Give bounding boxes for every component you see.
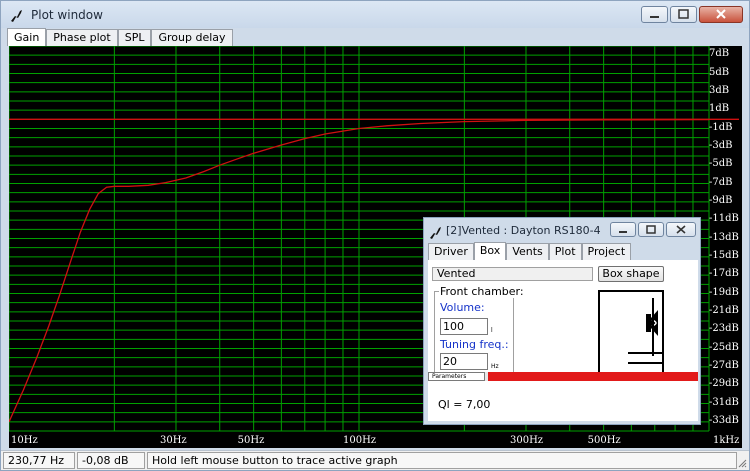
sub-close-button[interactable] [666, 222, 696, 237]
status-frequency: 230,77 Hz [3, 452, 75, 469]
y-tick-label: -21dB [709, 304, 739, 316]
y-tick-label: -1dB [709, 121, 733, 133]
y-tick-label: -17dB [709, 268, 739, 280]
y-tick-label: -15dB [709, 249, 739, 261]
tab-driver[interactable]: Driver [428, 243, 474, 260]
box-type-field[interactable]: Vented [432, 267, 593, 281]
app-icon [430, 227, 441, 239]
close-button[interactable] [699, 6, 743, 23]
app-icon [11, 10, 22, 22]
status-gain: -0,08 dB [77, 452, 145, 469]
close-icon [716, 9, 726, 19]
status-bar: 230,77 Hz -0,08 dB Hold left mouse butto… [1, 450, 749, 470]
ql-readout: Ql = 7,00 [438, 398, 491, 411]
tab-vents[interactable]: Vents [506, 243, 549, 260]
window-title: Plot window [31, 8, 103, 22]
box-design-window: [2]Vented : Dayton RS180-4 Driver Box Ve… [423, 217, 701, 425]
tab-group-delay[interactable]: Group delay [151, 29, 233, 46]
status-hint: Hold left mouse button to trace active g… [147, 452, 737, 469]
minimize-icon [619, 231, 627, 233]
parameters-label: Parameters [428, 372, 485, 381]
volume-label: Volume: [440, 301, 485, 314]
y-tick-label: 3dB [709, 84, 730, 96]
y-tick-label: -3dB [709, 139, 733, 151]
tab-spl[interactable]: SPL [117, 29, 152, 46]
y-tick-label: -27dB [709, 359, 739, 371]
y-tick-label: -19dB [709, 286, 739, 298]
title-bar[interactable]: Plot window [1, 1, 749, 28]
y-tick-label: -13dB [709, 231, 739, 243]
y-tick-label: 7dB [709, 48, 730, 60]
maximize-icon [646, 225, 656, 234]
x-tick-label: 300Hz [509, 435, 544, 446]
y-tick-label: -7dB [709, 176, 733, 188]
parameters-progress: Parameters [428, 372, 698, 381]
volume-unit: l [491, 327, 493, 334]
front-chamber-label: Front chamber: [439, 285, 525, 298]
sub-window-title: [2]Vented : Dayton RS180-4 [446, 224, 601, 237]
x-tick-label: 500Hz [587, 435, 621, 446]
y-tick-label: -29dB [709, 378, 739, 390]
tab-plot[interactable]: Plot [548, 243, 582, 260]
minimize-icon [650, 16, 659, 18]
x-tick-label: 1kHz [713, 435, 740, 446]
x-tick-label: 50Hz [237, 435, 265, 446]
maximize-icon [678, 9, 689, 19]
y-tick-label: 1dB [709, 103, 730, 115]
tab-gain[interactable]: Gain [7, 28, 47, 46]
box-tab-panel: Vented Box shape Front chamber: Volume: … [428, 260, 698, 421]
tuning-freq-input[interactable] [440, 353, 488, 370]
parameters-progress-bar [488, 372, 698, 381]
volume-input[interactable] [440, 318, 488, 335]
tab-project[interactable]: Project [581, 243, 632, 260]
x-tick-label: 100Hz [343, 435, 377, 446]
plot-window: Plot window Gain Phase plot SPL Group de… [0, 0, 750, 471]
x-tick-label: 10Hz [11, 435, 38, 446]
front-chamber-group: Front chamber: Volume: l Tuning freq.: H… [434, 285, 525, 378]
y-tick-label: -23dB [709, 323, 739, 335]
sub-maximize-button[interactable] [638, 222, 664, 237]
plot-tabs: Gain Phase plot SPL Group delay [7, 28, 233, 46]
resize-grip-icon[interactable] [737, 458, 747, 468]
x-tick-label: 30Hz [159, 435, 187, 446]
sub-minimize-button[interactable] [610, 222, 636, 237]
y-tick-label: -33dB [709, 414, 739, 426]
y-tick-label: -25dB [709, 341, 739, 353]
y-tick-label: -5dB [709, 158, 733, 170]
y-tick-label: -31dB [709, 396, 739, 408]
tuning-freq-label: Tuning freq.: [440, 338, 509, 351]
tuning-freq-unit: Hz [491, 363, 499, 370]
sub-title-bar[interactable]: [2]Vented : Dayton RS180-4 [424, 218, 700, 242]
minimize-button[interactable] [641, 6, 668, 23]
tab-phase-plot[interactable]: Phase plot [46, 29, 118, 46]
tab-box[interactable]: Box [473, 242, 507, 260]
vented-box-diagram-icon [598, 290, 664, 376]
y-tick-label: -9dB [709, 194, 733, 206]
y-tick-label: 5dB [709, 66, 730, 78]
box-tabs: Driver Box Vents Plot Project [428, 242, 632, 260]
close-icon [676, 225, 686, 234]
maximize-button[interactable] [670, 6, 697, 23]
box-shape-button[interactable]: Box shape [598, 266, 664, 282]
y-tick-label: -11dB [709, 213, 739, 225]
